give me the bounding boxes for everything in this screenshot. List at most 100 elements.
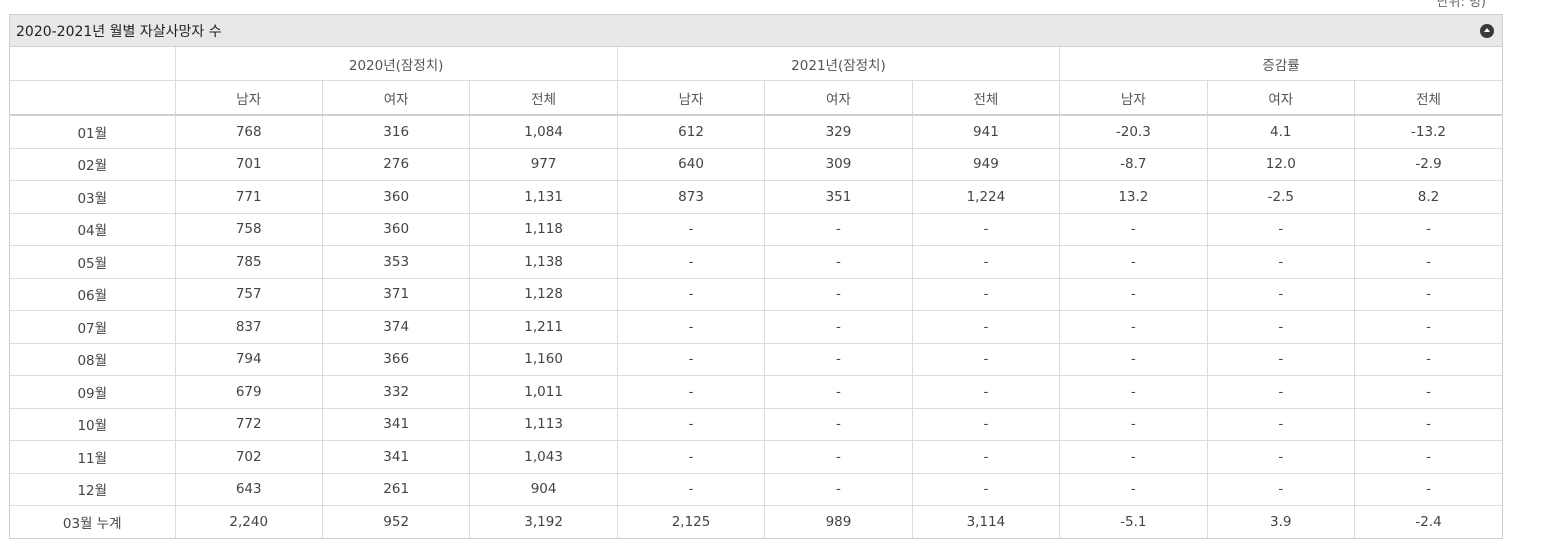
cell-change-male: - — [1059, 277, 1208, 311]
cell-male-2021: - — [616, 440, 766, 474]
table-row: 07월 837 374 1,211- - - - - - — [10, 310, 1502, 344]
cell-row-label: 07월 — [10, 310, 176, 344]
cell-total-2021: - — [911, 310, 1061, 344]
cell-female-2020: 360 — [321, 212, 471, 246]
cell-change-male: - — [1059, 375, 1208, 409]
cell-change-female: -2.5 — [1206, 180, 1356, 214]
cell-change-total: 8.2 — [1354, 180, 1502, 214]
subheader-change-male: 남자 — [1059, 80, 1208, 116]
table-row: 11월 702 341 1,043- - - - - - — [10, 440, 1502, 474]
cell-change-male: - — [1059, 310, 1208, 344]
cell-change-female: - — [1206, 277, 1356, 311]
cell-male-2020: 758 — [174, 212, 323, 246]
cell-total-2020: 1,160 — [469, 342, 618, 376]
cell-total-2020: 1,011 — [469, 375, 618, 409]
cell-change-male: - — [1059, 245, 1208, 279]
cell-change-female: 3.9 — [1206, 504, 1356, 538]
cell-row-label: 11월 — [10, 440, 176, 474]
collapse-button[interactable] — [1480, 23, 1494, 38]
cell-male-2021: - — [616, 310, 766, 344]
cell-total-2021: - — [911, 440, 1061, 474]
cell-female-2021: 351 — [764, 180, 913, 214]
cell-total-2020: 1,113 — [469, 407, 618, 441]
cell-change-total: -13.2 — [1354, 114, 1502, 149]
cell-female-2021: - — [764, 245, 913, 279]
table-row: 09월 679 332 1,011- - - - - - — [10, 375, 1502, 409]
panel-header: 2020-2021년 월별 자살사망자 수 — [10, 15, 1502, 47]
table-row: 01월 768 316 1,084 612 329 941 -20.3 4.1 -13.2 — [10, 114, 1502, 149]
cell-change-male: -20.3 — [1059, 114, 1208, 149]
cell-row-label: 05월 — [10, 245, 176, 279]
subheader-2021-total: 전체 — [911, 80, 1061, 116]
collapse-up-icon — [1484, 28, 1490, 32]
subheader-2021-male: 남자 — [616, 80, 766, 116]
cell-change-female: - — [1206, 310, 1356, 344]
cell-female-2021: - — [764, 277, 913, 311]
table-row: 08월 794 366 1,160- - - - - - — [10, 342, 1502, 376]
cell-row-label: 10월 — [10, 407, 176, 441]
cell-total-2020: 1,084 — [469, 114, 618, 149]
table-row: 05월 785 353 1,138- - - - - - — [10, 245, 1502, 279]
cell-male-2021: 2,125 — [616, 504, 766, 538]
subheader-2021-female: 여자 — [764, 80, 913, 116]
cell-total-2021: - — [911, 212, 1061, 246]
monthly-stats-table: 2020년(잠정치) 2021년(잠정치) 증감률 남자 여자 전체 남자 여자… — [10, 47, 1502, 538]
cell-change-total: - — [1354, 440, 1502, 474]
cell-change-total: - — [1354, 212, 1502, 246]
cell-female-2021: - — [764, 472, 913, 506]
cell-change-total: - — [1354, 277, 1502, 311]
unit-note: 단위: 명) — [1436, 0, 1486, 10]
cell-change-female: - — [1206, 407, 1356, 441]
cell-total-2020: 1,211 — [469, 310, 618, 344]
cell-female-2021: 329 — [764, 114, 913, 149]
cell-male-2021: - — [616, 212, 766, 246]
cell-row-label: 04월 — [10, 212, 176, 246]
cell-female-2021: - — [764, 407, 913, 441]
cell-row-label: 03월 — [10, 180, 176, 214]
cell-change-total: - — [1354, 472, 1502, 506]
cell-female-2020: 341 — [321, 440, 471, 474]
cell-female-2021: - — [764, 440, 913, 474]
cell-male-2020: 768 — [174, 114, 323, 149]
cell-male-2021: - — [616, 407, 766, 441]
cell-change-female: - — [1206, 472, 1356, 506]
cell-male-2021: - — [616, 277, 766, 311]
cell-row-label: 06월 — [10, 277, 176, 311]
cell-change-male: - — [1059, 212, 1208, 246]
cell-female-2021: - — [764, 212, 913, 246]
cell-male-2020: 2,240 — [174, 504, 323, 538]
cell-change-total: - — [1354, 342, 1502, 376]
subheader-change-female: 여자 — [1206, 80, 1356, 116]
subheader-change-total: 전체 — [1354, 80, 1502, 116]
cell-row-label: 03월 누계 — [10, 504, 176, 538]
table-row: 04월 758 360 1,118- - - - - - — [10, 212, 1502, 246]
cell-male-2021: 612 — [616, 114, 766, 149]
cell-male-2020: 679 — [174, 375, 323, 409]
table-body: 01월 768 316 1,084 612 329 941 -20.3 4.1 -13.2 02월 7… — [10, 114, 1502, 538]
cell-total-2021: 941 — [911, 114, 1061, 149]
cell-female-2020: 261 — [321, 472, 471, 506]
cell-total-2021: - — [911, 342, 1061, 376]
cell-total-2020: 904 — [469, 472, 618, 506]
subheader-2020-female: 여자 — [321, 80, 471, 116]
table-row: 10월 772 341 1,113- - - - - - — [10, 407, 1502, 441]
cell-male-2020: 757 — [174, 277, 323, 311]
cell-female-2021: - — [764, 342, 913, 376]
cell-change-male: - — [1059, 440, 1208, 474]
cell-total-2021: 949 — [911, 147, 1061, 181]
cell-row-label: 09월 — [10, 375, 176, 409]
table-row: 06월 757 371 1,128- - - - - - — [10, 277, 1502, 311]
subheader-2020-total: 전체 — [469, 80, 618, 116]
group-header-2021: 2021년(잠정치) — [616, 47, 1061, 81]
cell-change-male: -5.1 — [1059, 504, 1208, 538]
cell-change-female: - — [1206, 245, 1356, 279]
cell-change-female: 4.1 — [1206, 114, 1356, 149]
cell-change-male: 13.2 — [1059, 180, 1208, 214]
cell-male-2020: 772 — [174, 407, 323, 441]
cell-change-total: - — [1354, 407, 1502, 441]
cell-male-2021: - — [616, 342, 766, 376]
cell-female-2020: 366 — [321, 342, 471, 376]
cell-total-2020: 1,131 — [469, 180, 618, 214]
cell-total-2021: - — [911, 375, 1061, 409]
cell-row-label: 08월 — [10, 342, 176, 376]
